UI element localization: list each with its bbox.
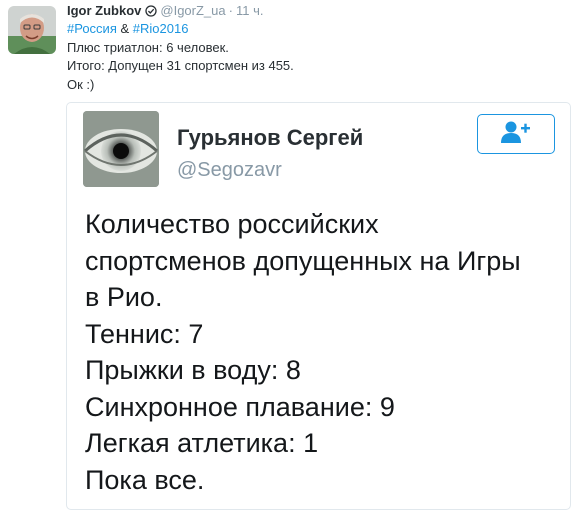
card-text-line: спортсменов допущенных на Игры [85,245,521,276]
hashtag-line: #Россия & #Rio2016 [67,20,567,39]
hashtag-joiner: & [116,21,133,36]
badge-icon [145,5,158,17]
card-text-line: в Рио. [85,282,163,312]
tweet-line: Итого: Допущен 31 спортсмен из 455. [67,58,294,73]
timestamp[interactable]: 11 ч. [236,3,264,19]
tweet-line: Ок :) [67,76,95,92]
tweet: Igor Zubkov @IgorZ_ua · 11 ч. #Россия & … [0,0,583,519]
separator-dot: · [228,3,233,18]
card-avatar[interactable] [83,111,159,187]
card-text-line: Теннис: 7 [85,318,204,349]
follow-button[interactable] [477,114,555,154]
card-text-line: Синхронное плавание: 9 [85,391,395,422]
card-text-line: Легкая атлетика: 1 [85,428,319,458]
tweet-header: Igor Zubkov @IgorZ_ua · 11 ч. [67,3,263,19]
card-author-handle[interactable]: @Segozavr [177,159,282,182]
card-body-text: Количество российских спортсменов допуще… [85,206,565,498]
card-text-line: Пока все. [85,464,205,495]
card-author-name[interactable]: Гурьянов Сергей [177,125,363,151]
tweet-line: Плюс триатлон: 6 человек. [67,39,229,55]
add-user-icon [501,120,531,149]
hashtag-russia[interactable]: #Россия [67,21,117,36]
author-handle[interactable]: @IgorZ_ua [160,3,225,19]
hashtag-rio2016[interactable]: #Rio2016 [133,21,189,36]
card-text-line: Прыжки в воду: 8 [85,355,301,385]
author-avatar[interactable] [8,6,56,54]
embedded-tweet-card[interactable]: Гурьянов Сергей @Segozavr Количество рос… [66,102,571,510]
author-name[interactable]: Igor Zubkov [67,3,141,19]
tweet-text: #Россия & #Rio2016 Плюс триатлон: 6 чело… [67,20,567,94]
card-text-line: Количество российских [85,209,379,239]
